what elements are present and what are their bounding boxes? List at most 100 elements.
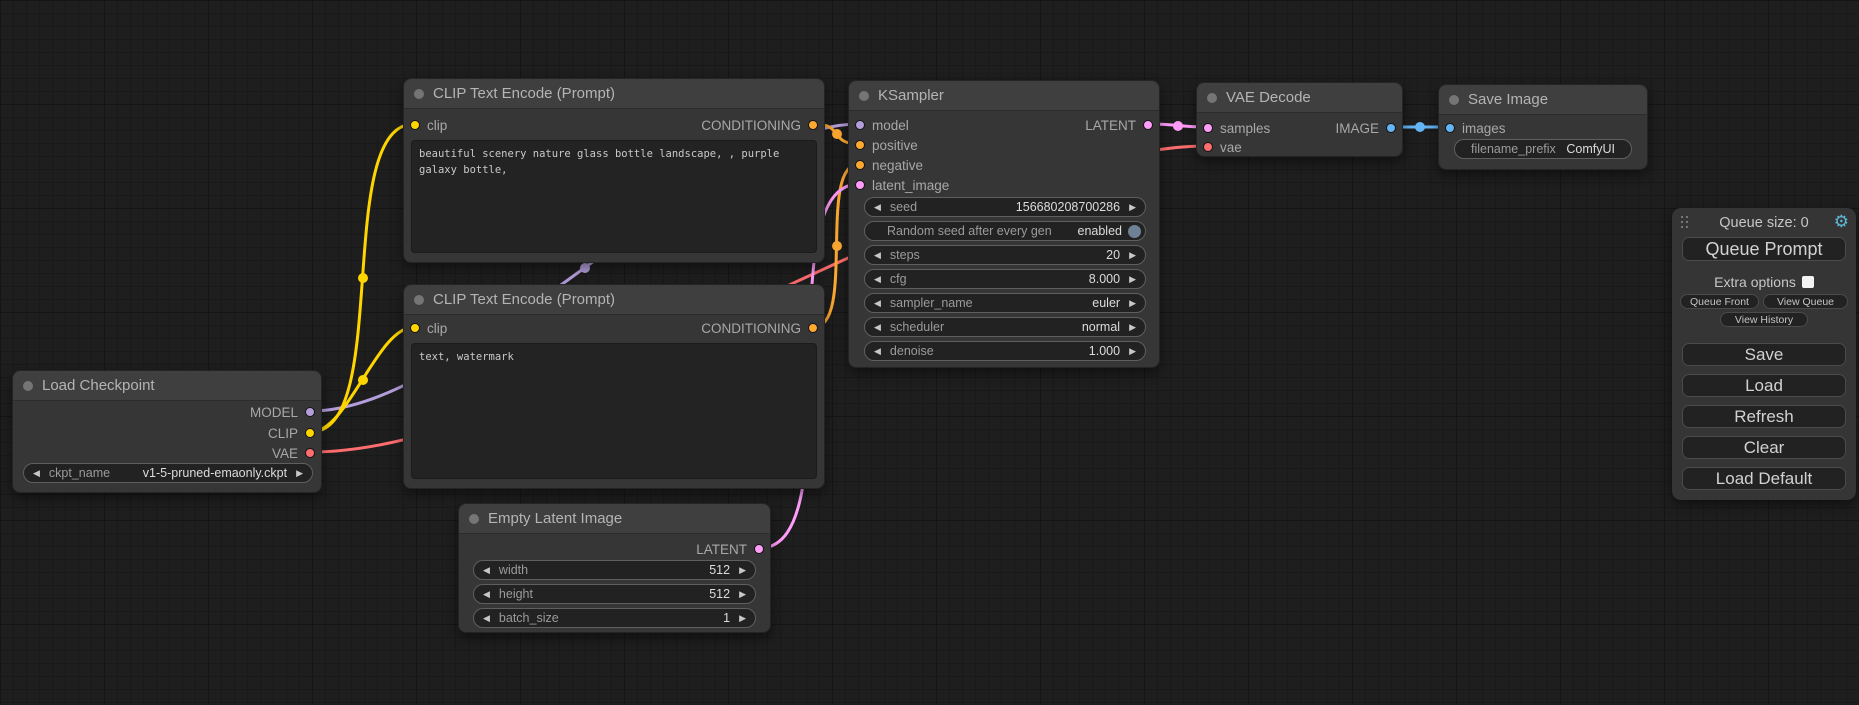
- output-label-image: IMAGE: [1335, 121, 1379, 136]
- decrement-arrow-icon[interactable]: ◀: [865, 202, 890, 213]
- widget-random-seed-toggle[interactable]: Random seed after every gen enabled: [864, 221, 1146, 241]
- input-port-clip[interactable]: [410, 323, 420, 333]
- widget-batch-size[interactable]: ◀ batch_size 1 ▶: [473, 608, 756, 628]
- settings-gear-icon[interactable]: ⚙: [1834, 212, 1849, 232]
- node-status-dot-icon: [859, 91, 869, 101]
- node-status-dot-icon: [469, 514, 479, 524]
- decrement-arrow-icon[interactable]: ◀: [865, 322, 890, 333]
- link-midpoint-dot: [1415, 122, 1425, 132]
- node-load-checkpoint[interactable]: Load Checkpoint MODEL CLIP VAE ◀ ckpt_na…: [12, 370, 322, 493]
- output-port-vae[interactable]: [305, 448, 315, 458]
- widget-height[interactable]: ◀ height 512 ▶: [473, 584, 756, 604]
- node-clip-text-encode-positive[interactable]: CLIP Text Encode (Prompt) clip CONDITION…: [403, 78, 825, 263]
- node-ksampler[interactable]: KSampler model LATENT positive negative …: [848, 80, 1160, 368]
- node-title-bar[interactable]: Empty Latent Image: [459, 504, 770, 534]
- decrement-arrow-icon[interactable]: ◀: [474, 613, 499, 624]
- node-title: VAE Decode: [1226, 89, 1311, 106]
- node-title-bar[interactable]: CLIP Text Encode (Prompt): [404, 79, 824, 109]
- input-port-negative[interactable]: [855, 160, 865, 170]
- prompt-text-input[interactable]: beautiful scenery nature glass bottle la…: [411, 140, 817, 253]
- output-port-model[interactable]: [305, 407, 315, 417]
- link-midpoint-dot: [832, 129, 842, 139]
- increment-arrow-icon[interactable]: ▶: [1120, 346, 1145, 357]
- node-empty-latent-image[interactable]: Empty Latent Image LATENT ◀ width 512 ▶ …: [458, 503, 771, 633]
- input-port-samples[interactable]: [1203, 123, 1213, 133]
- decrement-arrow-icon[interactable]: ◀: [865, 274, 890, 285]
- load-button[interactable]: Load: [1682, 374, 1846, 397]
- prompt-text-input[interactable]: text, watermark: [411, 343, 817, 479]
- increment-arrow-icon[interactable]: ▶: [1120, 298, 1145, 309]
- input-label-vae: vae: [1220, 140, 1242, 155]
- output-port-clip[interactable]: [305, 428, 315, 438]
- widget-steps[interactable]: ◀ steps 20 ▶: [864, 245, 1146, 265]
- output-port-conditioning[interactable]: [808, 120, 818, 130]
- node-title-bar[interactable]: CLIP Text Encode (Prompt): [404, 285, 824, 315]
- output-port-latent[interactable]: [1143, 120, 1153, 130]
- decrement-arrow-icon[interactable]: ◀: [474, 589, 499, 600]
- widget-denoise[interactable]: ◀ denoise 1.000 ▶: [864, 341, 1146, 361]
- queue-front-button[interactable]: Queue Front: [1680, 294, 1759, 309]
- node-title: KSampler: [878, 87, 944, 104]
- node-title-bar[interactable]: Load Checkpoint: [13, 371, 321, 401]
- input-port-latent-image[interactable]: [855, 180, 865, 190]
- node-title-bar[interactable]: KSampler: [849, 81, 1159, 111]
- node-vae-decode[interactable]: VAE Decode samples IMAGE vae: [1196, 82, 1403, 157]
- widget-filename-prefix[interactable]: filename_prefix ComfyUI: [1454, 139, 1632, 159]
- input-port-model[interactable]: [855, 120, 865, 130]
- node-title: CLIP Text Encode (Prompt): [433, 291, 615, 308]
- decrement-arrow-icon[interactable]: ◀: [474, 565, 499, 576]
- node-title-bar[interactable]: VAE Decode: [1197, 83, 1402, 113]
- widget-value: 1: [723, 611, 730, 625]
- increment-arrow-icon[interactable]: ▶: [730, 589, 755, 600]
- widget-value: 1.000: [1089, 344, 1120, 358]
- view-history-button[interactable]: View History: [1720, 312, 1808, 327]
- node-save-image[interactable]: Save Image images filename_prefix ComfyU…: [1438, 84, 1648, 170]
- increment-arrow-icon[interactable]: ▶: [287, 468, 312, 479]
- widget-sampler-name[interactable]: ◀ sampler_name euler ▶: [864, 293, 1146, 313]
- load-default-button[interactable]: Load Default: [1682, 467, 1846, 490]
- output-label-clip: CLIP: [268, 426, 298, 441]
- increment-arrow-icon[interactable]: ▶: [1120, 250, 1145, 261]
- queue-prompt-button[interactable]: Queue Prompt: [1682, 237, 1846, 261]
- decrement-arrow-icon[interactable]: ◀: [24, 468, 49, 479]
- output-port-image[interactable]: [1386, 123, 1396, 133]
- widget-name: cfg: [890, 272, 907, 286]
- widget-name: sampler_name: [890, 296, 973, 310]
- widget-value: normal: [1082, 320, 1120, 334]
- input-port-positive[interactable]: [855, 140, 865, 150]
- link-midpoint-dot: [358, 375, 368, 385]
- node-status-dot-icon: [23, 381, 33, 391]
- output-port-latent[interactable]: [754, 544, 764, 554]
- widget-cfg[interactable]: ◀ cfg 8.000 ▶: [864, 269, 1146, 289]
- widget-name: batch_size: [499, 611, 559, 625]
- widget-ckpt-name[interactable]: ◀ ckpt_name v1-5-pruned-emaonly.ckpt ▶: [23, 463, 313, 483]
- output-label-conditioning: CONDITIONING: [701, 321, 801, 336]
- increment-arrow-icon[interactable]: ▶: [730, 613, 755, 624]
- input-port-clip[interactable]: [410, 120, 420, 130]
- link-midpoint-dot: [358, 273, 368, 283]
- decrement-arrow-icon[interactable]: ◀: [865, 346, 890, 357]
- node-clip-text-encode-negative[interactable]: CLIP Text Encode (Prompt) clip CONDITION…: [403, 284, 825, 489]
- increment-arrow-icon[interactable]: ▶: [1120, 274, 1145, 285]
- clear-button[interactable]: Clear: [1682, 436, 1846, 459]
- widget-seed[interactable]: ◀ seed 156680208700286 ▶: [864, 197, 1146, 217]
- widget-scheduler[interactable]: ◀ scheduler normal ▶: [864, 317, 1146, 337]
- increment-arrow-icon[interactable]: ▶: [1120, 202, 1145, 213]
- extra-options-checkbox[interactable]: [1802, 276, 1814, 288]
- decrement-arrow-icon[interactable]: ◀: [865, 250, 890, 261]
- output-port-conditioning[interactable]: [808, 323, 818, 333]
- toggle-knob[interactable]: [1128, 225, 1141, 238]
- input-port-images[interactable]: [1445, 123, 1455, 133]
- input-port-vae[interactable]: [1203, 142, 1213, 152]
- view-queue-button[interactable]: View Queue: [1763, 294, 1848, 309]
- node-status-dot-icon: [414, 295, 424, 305]
- node-title-bar[interactable]: Save Image: [1439, 85, 1647, 115]
- save-button[interactable]: Save: [1682, 343, 1846, 366]
- increment-arrow-icon[interactable]: ▶: [1120, 322, 1145, 333]
- input-label-images: images: [1462, 121, 1506, 136]
- decrement-arrow-icon[interactable]: ◀: [865, 298, 890, 309]
- refresh-button[interactable]: Refresh: [1682, 405, 1846, 428]
- increment-arrow-icon[interactable]: ▶: [730, 565, 755, 576]
- widget-width[interactable]: ◀ width 512 ▶: [473, 560, 756, 580]
- link-midpoint-dot: [580, 263, 590, 273]
